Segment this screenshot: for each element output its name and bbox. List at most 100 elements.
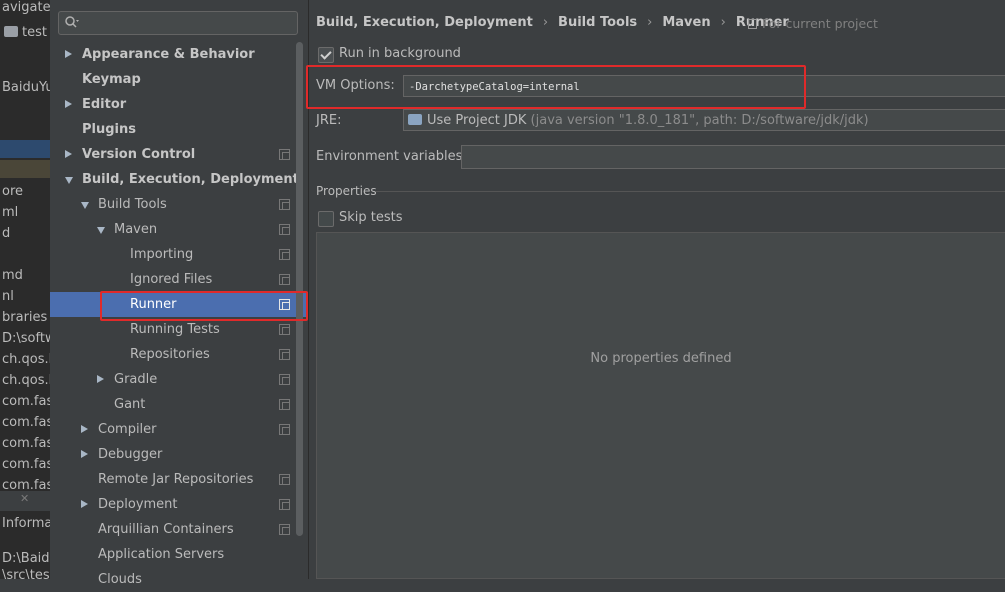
project-scope-icon <box>279 274 290 285</box>
background-text: braries <box>2 310 48 325</box>
collapse-arrow-icon[interactable] <box>65 100 72 108</box>
settings-search-input[interactable] <box>58 11 298 35</box>
background-text: com.fast <box>2 457 50 472</box>
tree-item-keymap[interactable]: Keymap <box>50 67 308 92</box>
project-scope-icon <box>279 374 290 385</box>
collapse-arrow-icon[interactable] <box>81 450 88 458</box>
tree-item-label: Debugger <box>98 447 163 462</box>
tree-item-importing[interactable]: Importing <box>50 242 308 267</box>
tree-item-label: Compiler <box>98 422 157 437</box>
settings-dialog: Appearance & Behavior Keymap Editor Plugins… <box>50 0 1005 587</box>
breadcrumb-item: Maven <box>662 15 711 30</box>
background-text: \src\test <box>2 568 50 579</box>
tree-item-application-servers[interactable]: Application Servers <box>50 542 308 567</box>
environment-variables-label: Environment variables: <box>316 149 467 164</box>
settings-tree-panel: Appearance & Behavior Keymap Editor Plugins… <box>50 0 309 587</box>
tree-item-label: Maven <box>114 222 158 237</box>
background-text: d <box>2 226 11 241</box>
background-selection <box>0 140 50 158</box>
background-text: avigate <box>2 0 50 15</box>
background-text: test <box>22 25 47 40</box>
project-scope-icon <box>279 499 290 510</box>
project-scope-icon <box>748 19 757 29</box>
tree-item-maven[interactable]: Maven <box>50 217 308 242</box>
project-scope-icon <box>279 399 290 410</box>
breadcrumb-separator: › <box>542 15 549 30</box>
empty-properties-text: No properties defined <box>590 351 732 366</box>
background-text: ml <box>2 205 19 220</box>
project-scope-note: For current project <box>748 16 878 31</box>
collapse-arrow-icon[interactable] <box>81 500 88 508</box>
tree-scrollbar[interactable] <box>296 42 303 536</box>
jre-select[interactable]: Use Project JDK (java version "1.8.0_181… <box>403 109 1005 131</box>
tree-item-version-control[interactable]: Version Control <box>50 142 308 167</box>
tree-item-label: Importing <box>130 247 194 262</box>
project-scope-icon <box>279 474 290 485</box>
properties-divider <box>376 191 1005 192</box>
runner-settings-panel: Build, Execution, Deployment › Build Tools… <box>306 0 1005 579</box>
tree-item-running-tests[interactable]: Running Tests <box>50 317 308 342</box>
environment-variables-input[interactable] <box>461 145 1005 169</box>
project-scope-icon <box>279 224 290 235</box>
jre-label: JRE: <box>316 113 342 128</box>
tree-item-label: Repositories <box>130 347 210 362</box>
tree-item-runner[interactable]: Runner <box>50 292 308 317</box>
background-text: com.fast <box>2 415 50 430</box>
background-text: md <box>2 268 23 283</box>
tree-item-compiler[interactable]: Compiler <box>50 417 308 442</box>
background-text: BaiduYun <box>2 80 50 95</box>
tree-item-label: Remote Jar Repositories <box>98 472 254 487</box>
project-scope-icon <box>279 149 290 160</box>
vm-options-input[interactable]: -DarchetypeCatalog=internal <box>403 75 1005 97</box>
tree-item-build-execution-deployment[interactable]: Build, Execution, Deployment <box>50 167 308 192</box>
project-scope-icon <box>279 199 290 210</box>
tree-item-editor[interactable]: Editor <box>50 92 308 117</box>
tree-item-plugins[interactable]: Plugins <box>50 117 308 142</box>
collapse-arrow-icon[interactable] <box>65 150 72 158</box>
project-scope-label: For current project <box>762 16 878 31</box>
jre-detail: (java version "1.8.0_181", path: D:/soft… <box>530 113 869 128</box>
tree-item-label: Running Tests <box>130 322 220 337</box>
skip-tests-checkbox[interactable] <box>318 211 334 227</box>
tree-item-deployment[interactable]: Deployment <box>50 492 308 517</box>
tree-item-repositories[interactable]: Repositories <box>50 342 308 367</box>
background-text: D:\softw <box>2 331 50 346</box>
background-ide-panel: avigate test BaiduYun ore ml d md nl braries D:\s… <box>0 0 50 579</box>
breadcrumb-item: Build Tools <box>558 15 638 30</box>
tree-item-remote-jar-repositories[interactable]: Remote Jar Repositories <box>50 467 308 492</box>
collapse-arrow-icon[interactable] <box>81 425 88 433</box>
tree-item-label: Clouds <box>98 572 142 587</box>
tree-item-appearance-behavior[interactable]: Appearance & Behavior <box>50 42 308 67</box>
properties-table[interactable]: No properties defined <box>316 232 1005 579</box>
tree-item-label: Appearance & Behavior <box>82 47 255 62</box>
expand-arrow-icon[interactable] <box>65 177 73 184</box>
tree-item-gant[interactable]: Gant <box>50 392 308 417</box>
project-scope-icon <box>279 524 290 535</box>
tree-item-label: Build Tools <box>98 197 167 212</box>
tree-item-gradle[interactable]: Gradle <box>50 367 308 392</box>
background-text: D:\Baidu <box>2 551 50 566</box>
jre-value: Use Project JDK <box>427 113 527 128</box>
project-scope-icon <box>279 249 290 260</box>
search-icon <box>65 16 79 28</box>
tree-item-clouds[interactable]: Clouds <box>50 567 308 592</box>
tree-item-debugger[interactable]: Debugger <box>50 442 308 467</box>
project-scope-icon <box>279 424 290 435</box>
expand-arrow-icon[interactable] <box>97 227 105 234</box>
tree-item-label: Plugins <box>82 122 136 137</box>
tree-item-build-tools[interactable]: Build Tools <box>50 192 308 217</box>
project-scope-icon <box>279 349 290 360</box>
background-text: ch.qos.lo <box>2 373 50 388</box>
expand-arrow-icon[interactable] <box>81 202 89 209</box>
tree-item-arquillian-containers[interactable]: Arquillian Containers <box>50 517 308 542</box>
breadcrumb-separator: › <box>720 15 726 30</box>
tree-item-label: Application Servers <box>98 547 225 562</box>
tree-item-label: Gradle <box>114 372 158 387</box>
collapse-arrow-icon[interactable] <box>65 50 72 58</box>
tree-item-label: Editor <box>82 97 127 112</box>
collapse-arrow-icon[interactable] <box>97 375 104 383</box>
background-text: Informa <box>2 516 50 531</box>
close-tab-icon[interactable]: ✕ <box>20 492 29 505</box>
run-in-background-checkbox[interactable] <box>318 47 334 63</box>
tree-item-ignored-files[interactable]: Ignored Files <box>50 267 308 292</box>
